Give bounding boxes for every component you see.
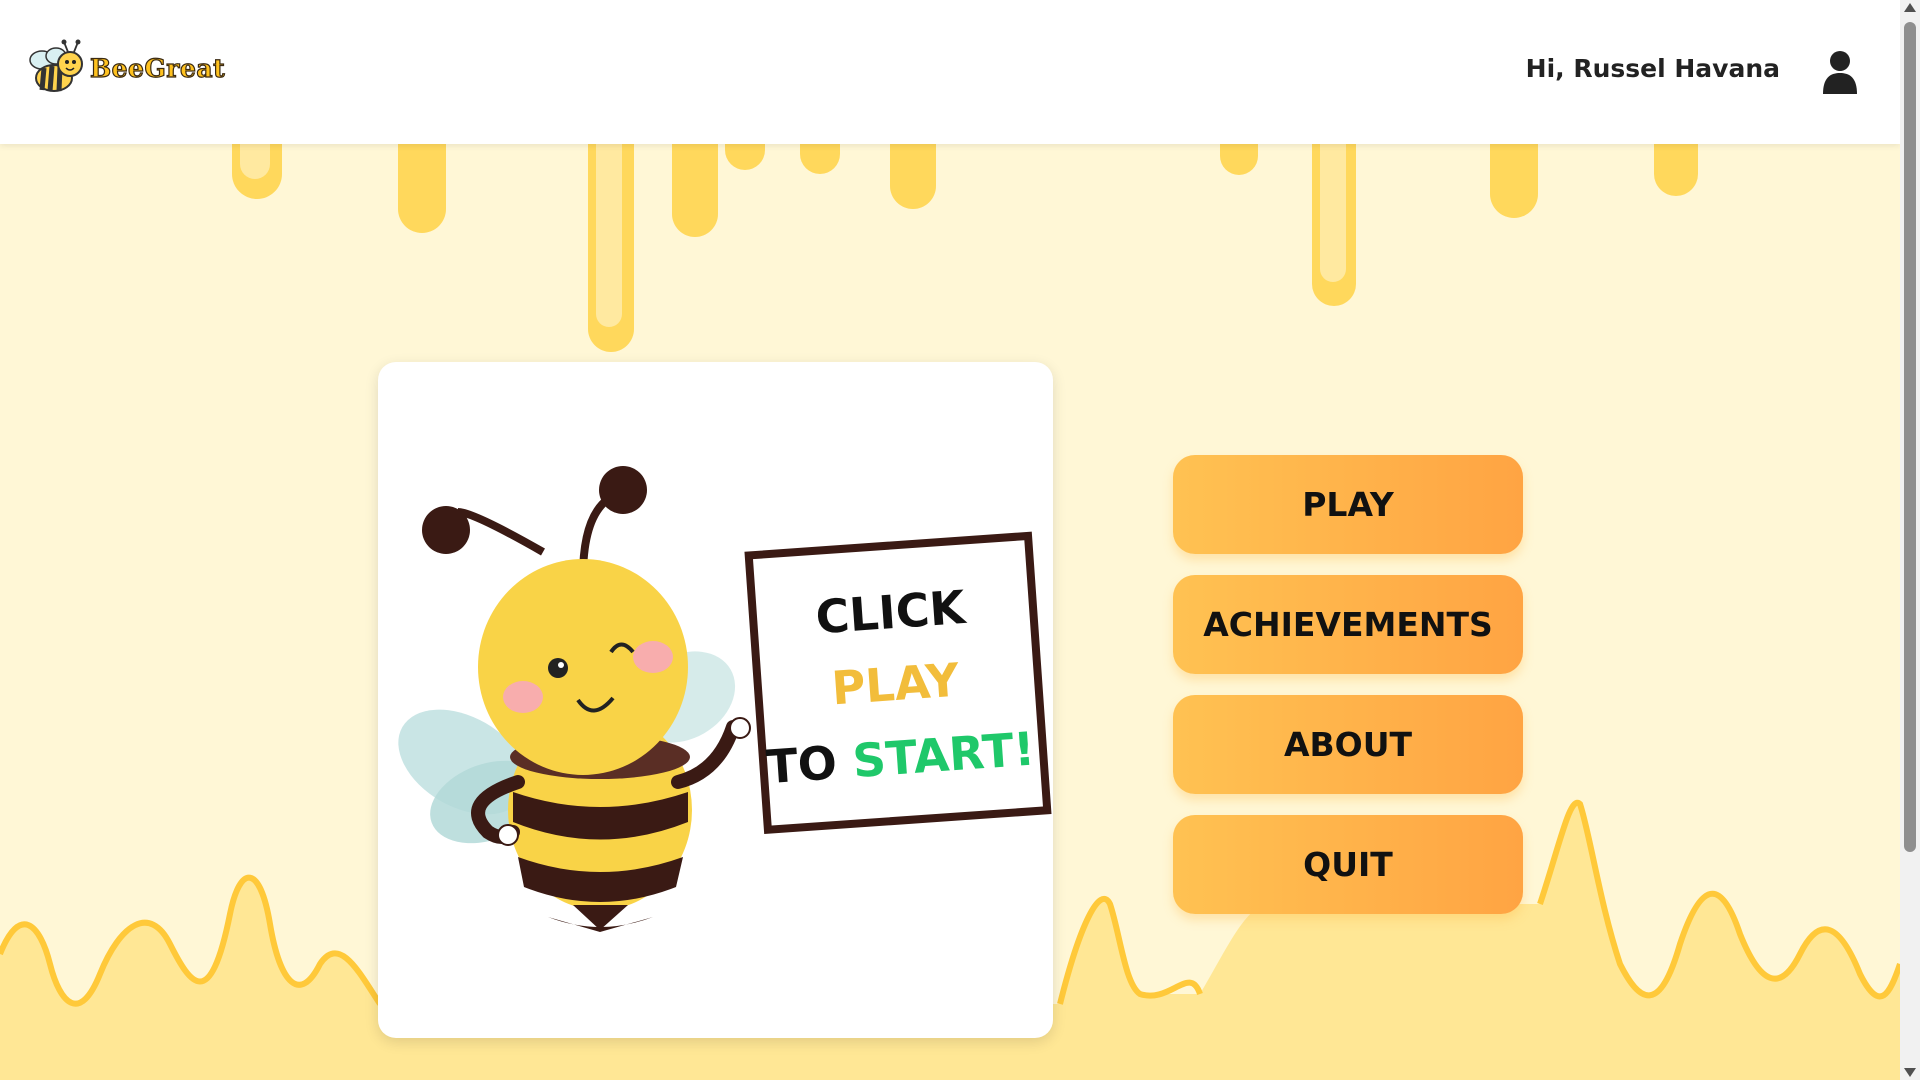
sign-word-to: TO [764, 735, 839, 795]
top-header: BeeGreat Hi, Russel Havana [0, 0, 1900, 144]
sign-text: CLICK PLAY TO START! [751, 568, 1041, 805]
play-button[interactable]: PLAY [1173, 455, 1523, 554]
user-icon[interactable] [1822, 50, 1858, 94]
scroll-up-arrow-icon[interactable] [1904, 3, 1916, 12]
about-button[interactable]: ABOUT [1173, 695, 1523, 794]
brand-logo[interactable]: BeeGreat [28, 38, 228, 98]
user-greeting: Hi, Russel Havana [1525, 54, 1780, 83]
quit-button[interactable]: QUIT [1173, 815, 1523, 914]
bee-icon [29, 39, 83, 92]
vertical-scrollbar[interactable] [1900, 0, 1920, 1080]
brand-name: BeeGreat [89, 53, 226, 83]
achievements-button[interactable]: ACHIEVEMENTS [1173, 575, 1523, 674]
scrollbar-thumb[interactable] [1904, 22, 1916, 852]
sign-word-start: START! [850, 721, 1037, 789]
main-menu: PLAY ACHIEVEMENTS ABOUT QUIT [1173, 455, 1523, 935]
scroll-down-arrow-icon[interactable] [1904, 1068, 1916, 1077]
mascot-card: CLICK PLAY TO START! [378, 362, 1053, 1038]
